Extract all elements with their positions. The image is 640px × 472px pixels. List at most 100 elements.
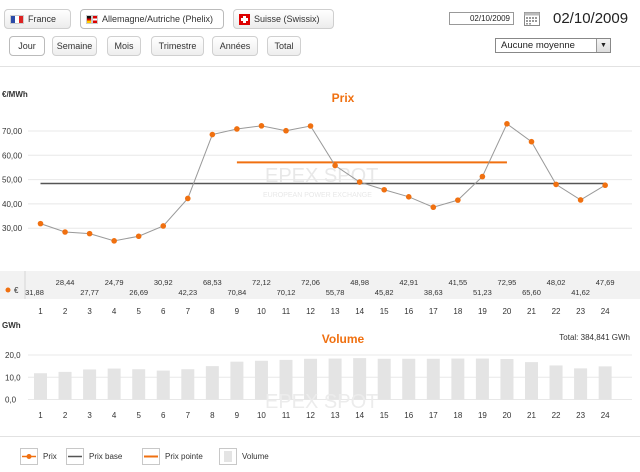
price-value-label: 41,55 xyxy=(448,278,467,287)
legend-volume-label: Volume xyxy=(242,451,269,461)
price-point xyxy=(86,230,93,237)
price-x-tick-label: 6 xyxy=(161,307,166,316)
price-value-label: 68,53 xyxy=(203,278,222,287)
price-legend-icon xyxy=(20,447,38,465)
volume-x-tick-label: 21 xyxy=(527,411,536,420)
price-y-tick-label: 50,00 xyxy=(2,176,23,185)
price-point xyxy=(62,229,68,235)
price-x-tick-label: 3 xyxy=(87,307,92,316)
price-x-tick-label: 11 xyxy=(282,307,291,316)
volume-x-tick-label: 24 xyxy=(601,411,610,420)
watermark-volume: EPEX SPOT xyxy=(265,391,378,413)
volume-chart-title: Volume xyxy=(322,332,365,346)
price-value-label: 72,12 xyxy=(252,278,271,287)
volume-bar xyxy=(574,368,588,400)
price-point xyxy=(160,223,167,229)
volume-x-tick-label: 22 xyxy=(552,411,561,420)
price-value-label: 48,02 xyxy=(547,278,566,287)
price-x-tick-label: 18 xyxy=(453,307,462,316)
legend-prix: Prix xyxy=(20,445,57,467)
legend-pointe: Prix pointe xyxy=(142,445,203,467)
volume-y-ticks: 20,0 10,0 0,0 xyxy=(5,351,21,405)
price-x-tick-label: 7 xyxy=(186,307,191,316)
price-x-tick-label: 24 xyxy=(601,307,610,316)
volume-y-tick-label: 0,0 xyxy=(5,396,17,405)
price-dot-icon xyxy=(5,287,11,293)
legend-volume: Volume xyxy=(219,445,269,467)
price-y-ticks: 70,00 60,00 50,00 40,00 30,00 xyxy=(2,127,23,233)
price-point xyxy=(37,220,44,227)
volume-x-tick-label: 20 xyxy=(502,411,511,420)
price-value-label: 41,62 xyxy=(571,288,590,297)
price-x-ticks: 1 2 3 4 5 6 7 8 9 10 11 12 13 14 15 16 17 18 19 20 21 22 23 24 xyxy=(38,307,610,316)
price-point xyxy=(553,181,559,188)
price-point xyxy=(528,138,535,145)
volume-x-tick-label: 11 xyxy=(282,411,291,420)
price-y-tick-label: 30,00 xyxy=(2,224,23,233)
price-point xyxy=(209,131,216,138)
price-ylabel: €/MWh xyxy=(2,90,28,99)
price-value-label: 55,78 xyxy=(326,288,345,297)
price-value-label: 72,95 xyxy=(498,278,517,287)
price-value-label: 28,44 xyxy=(56,278,75,287)
volume-bar xyxy=(34,373,47,400)
price-x-tick-label: 16 xyxy=(404,307,413,316)
watermark-subtext: EUROPEAN POWER EXCHANGE xyxy=(263,192,372,199)
charts-area: €/MWh Prix 70,00 60,00 50,00 40,00 30,00 EPE… xyxy=(0,90,640,420)
legend-base: Prix base xyxy=(66,445,122,467)
price-chart-title: Prix xyxy=(332,91,355,105)
volume-x-tick-label: 17 xyxy=(429,411,438,420)
price-x-tick-label: 4 xyxy=(112,307,117,316)
price-value-label: 48,98 xyxy=(350,278,369,287)
price-point xyxy=(356,179,363,185)
volume-x-tick-label: 9 xyxy=(235,411,240,420)
price-y-tick-label: 40,00 xyxy=(2,200,23,209)
volume-x-tick-label: 6 xyxy=(161,411,166,420)
price-value-label: 70,12 xyxy=(277,288,296,297)
volume-ylabel: GWh xyxy=(2,321,21,330)
legend-prix-label: Prix xyxy=(43,451,57,461)
peak-legend-icon xyxy=(142,447,160,465)
volume-bar xyxy=(58,371,72,400)
price-value-label: 72,06 xyxy=(301,278,320,287)
volume-bar xyxy=(426,358,440,400)
price-x-tick-label: 1 xyxy=(38,307,43,316)
price-point xyxy=(430,204,437,211)
price-point xyxy=(111,238,117,244)
volume-x-tick-label: 8 xyxy=(210,411,215,420)
volume-x-tick-label: 19 xyxy=(478,411,487,420)
price-x-tick-label: 22 xyxy=(552,307,561,316)
legend-base-label: Prix base xyxy=(89,451,123,461)
price-value-label: 51,23 xyxy=(473,288,492,297)
volume-bar xyxy=(181,369,195,400)
volume-x-tick-label: 7 xyxy=(186,411,191,420)
price-x-tick-label: 12 xyxy=(306,307,315,316)
price-point xyxy=(602,182,608,189)
volume-bar xyxy=(500,359,514,400)
price-x-tick-label: 8 xyxy=(210,307,215,316)
volume-y-tick-label: 20,0 xyxy=(5,351,21,360)
price-x-tick-label: 9 xyxy=(235,307,240,316)
volume-bar xyxy=(475,358,489,400)
price-x-tick-label: 23 xyxy=(576,307,585,316)
price-value-label: 27,77 xyxy=(80,288,99,297)
price-x-tick-label: 13 xyxy=(331,307,340,316)
volume-bar xyxy=(377,358,391,400)
price-point xyxy=(381,186,388,193)
price-y-tick-label: 60,00 xyxy=(2,151,23,160)
volume-bar xyxy=(205,366,219,400)
price-x-tick-label: 17 xyxy=(429,307,438,316)
price-value-label: 65,60 xyxy=(522,288,541,297)
volume-x-tick-label: 10 xyxy=(257,411,266,420)
volume-x-tick-label: 5 xyxy=(136,411,141,420)
volume-total: Total: 384,841 GWh xyxy=(559,333,630,342)
price-point xyxy=(332,162,338,169)
price-x-tick-label: 10 xyxy=(257,307,266,316)
price-x-tick-label: 15 xyxy=(380,307,389,316)
price-value-label: 47,69 xyxy=(596,278,615,287)
volume-bar xyxy=(549,365,563,400)
price-value-label: 30,92 xyxy=(154,278,173,287)
price-point xyxy=(283,127,289,134)
volume-x-tick-label: 16 xyxy=(404,411,413,420)
price-value-label: 42,91 xyxy=(399,278,418,287)
